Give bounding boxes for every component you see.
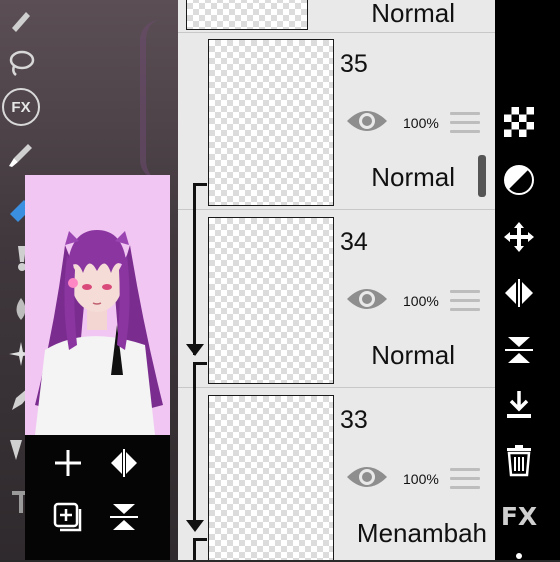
transparency-checker-icon[interactable] — [495, 102, 543, 142]
right-toolbar: FX — [495, 0, 560, 560]
visibility-eye-icon[interactable] — [345, 463, 389, 491]
flip-horizontal-icon[interactable] — [495, 273, 543, 313]
canvas-preview[interactable] — [25, 175, 170, 435]
clipping-arrow-icon — [186, 344, 204, 356]
layer-opacity[interactable]: 100% — [403, 293, 439, 309]
drag-handle-icon[interactable] — [450, 468, 480, 490]
flip-horizontal-icon[interactable] — [104, 443, 144, 483]
layer-opacity[interactable]: 100% — [403, 471, 439, 487]
fx-filter-icon[interactable]: FX — [2, 88, 40, 126]
add-layer-copy-icon[interactable] — [48, 497, 88, 537]
merge-down-icon[interactable] — [495, 385, 543, 425]
clipping-line — [193, 538, 207, 541]
layer-row[interactable]: 34 100% Normal — [178, 210, 495, 388]
layers-panel[interactable]: Normal 35 100% Normal 34 100% Normal 33 … — [178, 0, 495, 560]
scrollbar-thumb[interactable] — [478, 155, 486, 197]
layer-blend-mode[interactable]: Normal — [315, 0, 455, 29]
drag-handle-icon[interactable] — [450, 290, 480, 312]
blend-mode-icon[interactable] — [495, 160, 543, 200]
visibility-eye-icon[interactable] — [345, 285, 389, 313]
delete-icon[interactable] — [495, 440, 543, 480]
layer-blend-mode[interactable]: Normal — [315, 162, 455, 193]
layer-opacity[interactable]: 100% — [403, 115, 439, 131]
clipping-line — [193, 362, 196, 528]
lasso-icon[interactable] — [2, 44, 40, 82]
drag-handle-icon[interactable] — [450, 112, 480, 134]
layer-number: 33 — [340, 406, 368, 434]
layer-number: 34 — [340, 228, 368, 256]
layer-thumbnail[interactable] — [186, 0, 308, 30]
layer-blend-mode[interactable]: Menambah — [307, 518, 487, 549]
clipping-line — [193, 538, 196, 560]
flip-vertical-icon[interactable] — [104, 497, 144, 537]
layer-row[interactable]: 35 100% Normal — [178, 32, 495, 210]
preview-toolbar — [25, 435, 170, 560]
clipping-line — [193, 362, 207, 365]
flip-vertical-icon[interactable] — [495, 330, 543, 370]
character-illustration — [25, 175, 170, 435]
visibility-eye-icon[interactable] — [345, 107, 389, 135]
clipping-line — [193, 183, 196, 355]
add-layer-icon[interactable] — [48, 443, 88, 483]
fx-effects-button[interactable]: FX — [495, 496, 543, 536]
layer-number: 35 — [340, 50, 368, 78]
brush-icon[interactable] — [2, 136, 40, 174]
clipping-line — [193, 183, 207, 186]
clipping-arrow-icon — [186, 520, 204, 532]
move-icon[interactable] — [495, 217, 543, 257]
layer-blend-mode[interactable]: Normal — [315, 340, 455, 371]
layer-row[interactable]: Normal — [178, 0, 495, 33]
layer-row[interactable]: 33 100% Menambah — [178, 388, 495, 560]
brush-tip-icon[interactable] — [2, 0, 40, 38]
